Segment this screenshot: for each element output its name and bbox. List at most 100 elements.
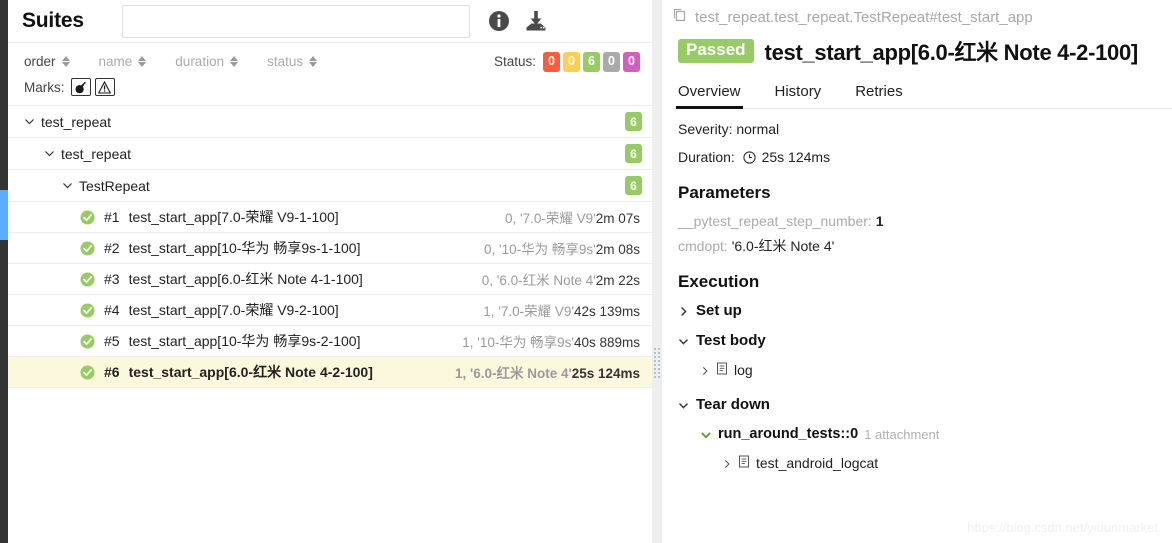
test-row[interactable]: #3 test_start_app[6.0-红米 Note 4-1-100] 0… [8,264,652,295]
test-duration: 2m 08s [595,242,640,257]
warning-triangle-icon[interactable] [94,78,115,96]
test-meta: 1, '6.0-红米 Note 4' 25s 124ms [455,362,640,382]
rail-scroll-indicator[interactable] [0,190,8,240]
sort-by-name[interactable]: name [99,54,148,69]
test-meta: 0, '10-华为 畅享9s' 2m 08s [484,238,640,258]
chevron-down-icon [62,180,73,191]
allure-report-window: Suites order name duration status Status… [0,0,1172,543]
parameter-value: '6.0-红米 Note 4' [731,238,835,254]
test-params: 1, '6.0-红米 Note 4' [454,366,572,381]
status-chip-skipped[interactable]: 0 [603,51,620,72]
passed-check-icon [80,241,95,256]
chevron-down-icon [44,148,55,159]
parameter-row: cmdopt: '6.0-红米 Note 4' [678,236,1172,256]
execution-step-label: Tear down [696,396,770,413]
sort-by-duration-label: duration [175,54,225,69]
tree-node-label: test_repeat [41,113,112,130]
watermark: https://blog.csdn.net/yidunmarket [967,520,1158,535]
status-filter-label: Status: [493,54,536,69]
sort-by-status[interactable]: status [267,54,318,69]
test-row[interactable]: #1 test_start_app[7.0-荣耀 V9-1-100] 0, '7… [8,202,652,233]
chevron-down-icon [678,396,689,413]
chevron-down-icon [24,116,35,127]
test-meta: 1, '10-华为 畅享9s' 40s 889ms [462,331,640,351]
execution-step-label: Test body [696,332,766,349]
status-chip-passed[interactable]: 6 [583,51,600,72]
sort-by-duration[interactable]: duration [175,54,239,69]
status-badge: Passed [678,39,754,63]
parameter-value: 1 [875,213,884,229]
header-icon-group [488,10,548,32]
tree-node-label: test_repeat [61,145,132,162]
detail-tabs: Overview History Retries [672,79,1172,109]
flaky-bomb-icon[interactable] [70,78,91,96]
sort-arrows-icon [309,55,318,68]
test-name: test_start_app[6.0-红米 Note 4-1-100] [128,271,363,287]
tree-node-test-repeat-child[interactable]: test_repeat 6 [8,138,652,170]
suites-toolbar: order name duration status Status: 0 0 6… [8,42,652,106]
test-index: #4 [104,302,120,318]
test-row[interactable]: #2 test_start_app[10-华为 畅享9s-1-100] 0, '… [8,233,652,264]
tree-node-label: TestRepeat [79,177,150,194]
tab-history[interactable]: History [775,79,822,108]
sort-by-status-label: status [267,54,304,69]
tree-node-test-repeat-root[interactable]: test_repeat 6 [8,106,652,138]
status-chip-failed[interactable]: 0 [543,51,560,72]
execution-heading: Execution [678,272,760,291]
attachment-test-android-logcat[interactable]: test_android_logcat [722,455,1172,471]
attachment-log[interactable]: log [700,362,1172,378]
test-duration: 40s 889ms [573,335,640,350]
test-row-selected[interactable]: #6 test_start_app[6.0-红米 Note 4-2-100] 1… [8,357,652,388]
duration-line: Duration: 25s 124ms [678,149,1172,167]
test-params: 0, '6.0-红米 Note 4' [481,273,596,288]
fixture-run-around-tests[interactable]: run_around_tests::0 1 attachment [700,426,1172,442]
chevron-right-icon [722,455,732,471]
passed-check-icon [80,334,95,349]
breadcrumb[interactable]: test_repeat.test_repeat.TestRepeat#test_… [672,0,1172,28]
search-input[interactable] [121,4,470,38]
severity-line: Severity: normal [678,121,780,137]
marks-row: Marks: [8,74,652,98]
sort-arrows-icon [230,55,239,68]
test-name: test_start_app[7.0-荣耀 V9-1-100] [128,209,339,225]
info-icon[interactable] [488,10,510,32]
chevron-right-icon [700,362,710,378]
test-params: 1, '7.0-荣耀 V9' [483,304,574,319]
sort-by-name-label: name [98,54,133,69]
test-detail-panel: test_repeat.test_repeat.TestRepeat#test_… [662,0,1172,543]
splitter-grip-icon [654,348,660,392]
execution-step-label: Set up [696,302,742,319]
duration-value: 25s 124ms [761,149,831,165]
passed-check-icon [80,303,95,318]
pane-splitter[interactable] [652,0,662,543]
test-duration: 2m 22s [595,273,640,288]
tab-overview[interactable]: Overview [676,79,743,109]
tree-node-testrepeat-class[interactable]: TestRepeat 6 [8,170,652,202]
attachment-label: log [734,362,753,378]
suites-header: Suites [8,0,652,42]
download-icon[interactable] [524,10,548,32]
execution-step-tear-down[interactable]: Tear down [678,396,1172,413]
test-name: test_start_app[10-华为 畅享9s-2-100] [128,333,361,349]
tab-retries[interactable]: Retries [855,79,903,108]
attachment-label: test_android_logcat [756,455,879,471]
parameters-heading: Parameters [678,183,771,202]
status-chip-unknown[interactable]: 0 [623,51,640,72]
test-index: #5 [104,333,120,349]
suites-panel: Suites order name duration status Status… [8,0,652,543]
test-meta: 1, '7.0-荣耀 V9' 42s 139ms [483,300,640,320]
sort-by-order[interactable]: order [24,54,71,69]
passed-check-icon [80,272,95,287]
status-chip-broken[interactable]: 0 [563,51,580,72]
left-nav-rail [0,0,8,543]
copy-icon[interactable] [672,7,688,27]
parameter-row: __pytest_repeat_step_number: 1 [678,213,1172,229]
test-duration: 2m 07s [595,211,640,226]
test-row[interactable]: #5 test_start_app[10-华为 畅享9s-2-100] 1, '… [8,326,652,357]
test-duration: 25s 124ms [571,366,640,381]
test-row[interactable]: #4 test_start_app[7.0-荣耀 V9-2-100] 1, '7… [8,295,652,326]
execution-step-test-body[interactable]: Test body [678,332,1172,349]
document-icon [738,455,750,471]
test-title-row: Passed test_start_app[6.0-红米 Note 4-2-10… [672,35,1172,67]
execution-step-set-up[interactable]: Set up [678,302,1172,319]
